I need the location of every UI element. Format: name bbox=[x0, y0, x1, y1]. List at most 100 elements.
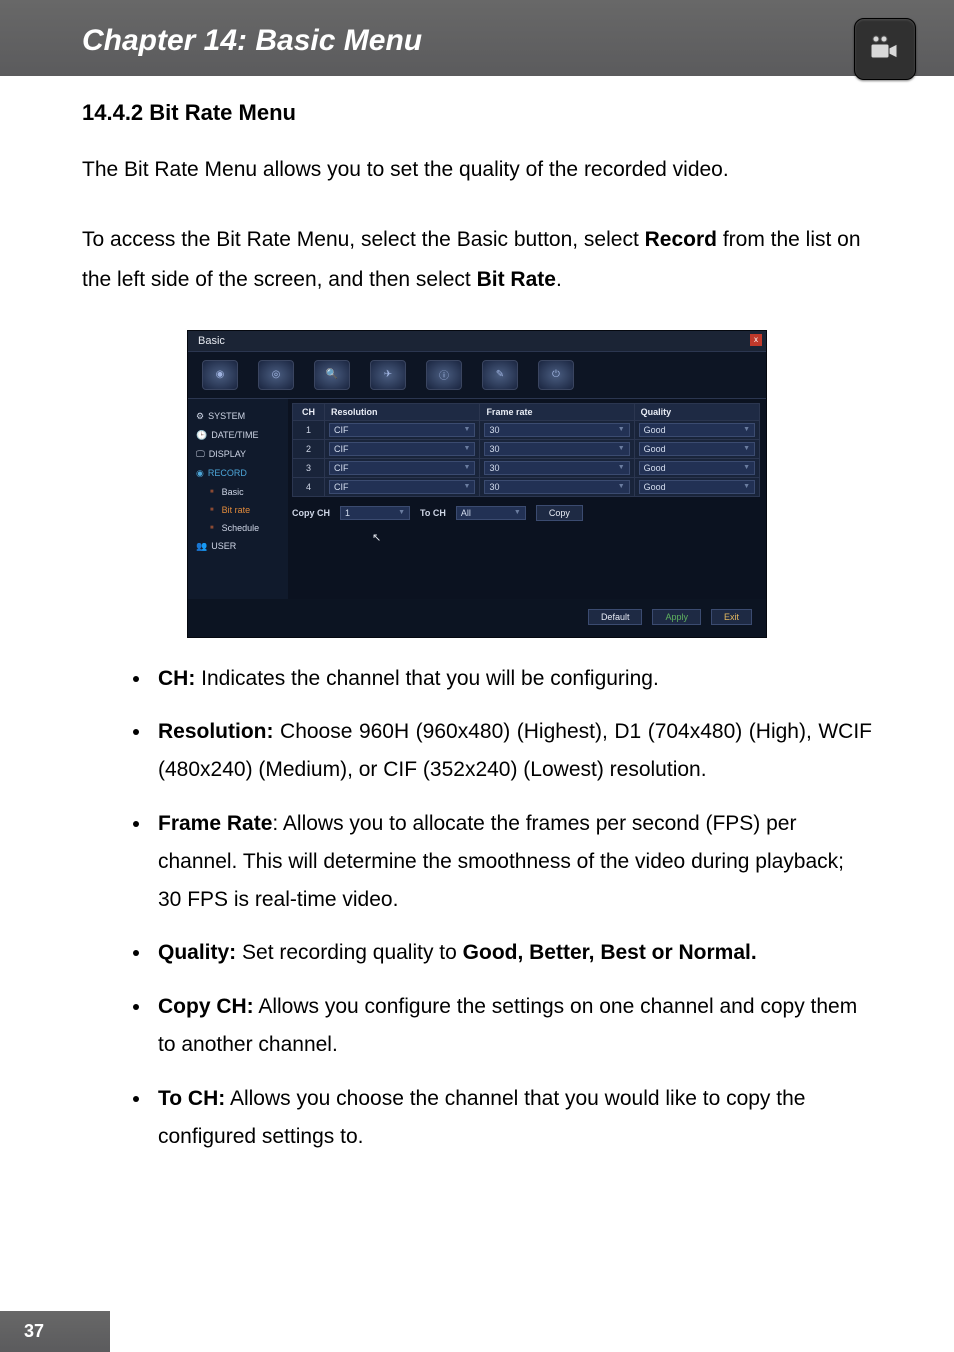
sidebar-sub-schedule[interactable]: Schedule bbox=[202, 519, 288, 537]
dropdown-value: 30 bbox=[489, 463, 499, 473]
resolution-dropdown[interactable]: CIF▼ bbox=[329, 461, 475, 475]
resolution-dropdown[interactable]: CIF▼ bbox=[329, 480, 475, 494]
chevron-down-icon: ▼ bbox=[618, 426, 625, 433]
chevron-down-icon: ▼ bbox=[464, 483, 471, 490]
exit-button[interactable]: Exit bbox=[711, 609, 752, 625]
dropdown-value: CIF bbox=[334, 425, 349, 435]
chevron-down-icon: ▼ bbox=[618, 464, 625, 471]
default-button[interactable]: Default bbox=[588, 609, 643, 625]
quality-dropdown[interactable]: Good ▼ bbox=[639, 480, 755, 494]
sidebar-sub-basic[interactable]: Basic bbox=[202, 483, 288, 501]
chevron-down-icon: ▼ bbox=[464, 426, 471, 433]
sidebar-item-user[interactable]: 👥USER bbox=[188, 537, 288, 556]
sidebar: ⚙ SYSTEM 🕒 DATE/TIME 🖵 DISPLAY ◉ RECORD Basi… bbox=[188, 399, 288, 599]
sidebar-item-system[interactable]: ⚙ SYSTEM bbox=[188, 407, 288, 426]
def-term: Quality: bbox=[158, 941, 236, 964]
table-row: 3 CIF▼ 30▼ Good▼ bbox=[293, 458, 760, 477]
dropdown-value: All bbox=[461, 508, 471, 518]
chevron-down-icon: ▼ bbox=[618, 483, 625, 490]
copy-button[interactable]: Copy bbox=[536, 505, 583, 521]
quality-dropdown[interactable]: Good▼ bbox=[639, 461, 755, 475]
chapter-header: Chapter 14: Basic Menu bbox=[0, 0, 954, 76]
resolution-dropdown[interactable]: CIF ▼ bbox=[329, 442, 475, 456]
pen-icon[interactable]: ✎ bbox=[482, 360, 518, 390]
framerate-dropdown[interactable]: 30 ▼ bbox=[484, 423, 629, 437]
sidebar-item-record[interactable]: ◉ RECORD bbox=[188, 464, 288, 483]
eye-icon[interactable]: ◎ bbox=[258, 360, 294, 390]
close-icon[interactable]: x bbox=[750, 334, 762, 346]
dropdown-value: 30 bbox=[489, 425, 499, 435]
access-paragraph: To access the Bit Rate Menu, select the … bbox=[82, 220, 872, 300]
magnifier-icon[interactable]: 🔍 bbox=[314, 360, 350, 390]
sidebar-item-label: Schedule bbox=[222, 523, 260, 533]
intro-paragraph: The Bit Rate Menu allows you to set the … bbox=[82, 150, 872, 190]
table-row: 4 CIF▼ 30▼ Good▼ bbox=[293, 477, 760, 496]
dropdown-value: Good bbox=[644, 482, 666, 492]
framerate-dropdown[interactable]: 30▼ bbox=[484, 442, 629, 456]
monitor-icon: 🖵 bbox=[196, 449, 205, 460]
window-title: Basic bbox=[198, 335, 225, 347]
cell-ch: 1 bbox=[293, 420, 325, 439]
bitrate-table: CH Resolution Frame rate Quality 1 CIF▼ … bbox=[292, 403, 760, 497]
sidebar-item-display[interactable]: 🖵 DISPLAY bbox=[188, 445, 288, 464]
sidebar-item-datetime[interactable]: 🕒 DATE/TIME bbox=[188, 426, 288, 445]
plane-icon[interactable]: ✈ bbox=[370, 360, 406, 390]
dropdown-value: 30 bbox=[489, 444, 499, 454]
term-bitrate: Bit Rate bbox=[477, 268, 556, 291]
page-number: 37 bbox=[0, 1311, 110, 1352]
text: . bbox=[556, 268, 562, 291]
sidebar-item-label: DISPLAY bbox=[209, 449, 246, 459]
chevron-down-icon: ▼ bbox=[464, 445, 471, 452]
framerate-dropdown[interactable]: 30▼ bbox=[484, 480, 629, 494]
sidebar-item-label: RECORD bbox=[208, 468, 247, 478]
clock-icon: 🕒 bbox=[196, 430, 207, 441]
def-term: Resolution: bbox=[158, 720, 274, 743]
target-icon: ◉ bbox=[196, 468, 204, 479]
top-toolbar: ◉ ◎ 🔍 ✈ ⓘ ✎ ⏻ bbox=[188, 352, 766, 399]
definitions-list: CH: Indicates the channel that you will … bbox=[82, 660, 872, 1156]
term-record: Record bbox=[645, 228, 717, 251]
table-row: 2 CIF▼ 30▼ Good▼ bbox=[293, 439, 760, 458]
framerate-dropdown[interactable]: 30 ▼ bbox=[484, 461, 629, 475]
col-quality: Quality bbox=[634, 403, 759, 420]
def-term: CH: bbox=[158, 667, 195, 690]
to-ch-dropdown[interactable]: All ▼ bbox=[456, 506, 526, 520]
def-term: Copy CH: bbox=[158, 995, 254, 1018]
quality-dropdown[interactable]: Good ▼ bbox=[639, 442, 755, 456]
resolution-dropdown[interactable]: CIF ▼ bbox=[329, 423, 475, 437]
def-text: Set recording quality to bbox=[236, 941, 462, 964]
def-bold: Good, Better, Best or Normal. bbox=[463, 941, 757, 964]
gear-icon: ⚙ bbox=[196, 411, 204, 422]
dropdown-value: Good bbox=[644, 444, 666, 454]
chevron-down-icon: ▼ bbox=[514, 509, 521, 516]
sidebar-sub-bitrate[interactable]: Bit rate bbox=[202, 501, 288, 519]
list-item: To CH: Allows you choose the channel tha… bbox=[152, 1080, 872, 1156]
quality-dropdown[interactable]: Good▼ bbox=[639, 423, 755, 437]
col-framerate: Frame rate bbox=[480, 403, 634, 420]
sidebar-item-label: DATE/TIME bbox=[211, 430, 258, 440]
list-item: Quality: Set recording quality to Good, … bbox=[152, 934, 872, 972]
chevron-down-icon: ▼ bbox=[398, 509, 405, 516]
apply-button[interactable]: Apply bbox=[652, 609, 701, 625]
chevron-down-icon: ▼ bbox=[464, 464, 471, 471]
chevron-down-icon: ▼ bbox=[743, 464, 750, 471]
dropdown-value: CIF bbox=[334, 444, 349, 454]
chevron-down-icon: ▼ bbox=[743, 426, 750, 433]
sidebar-item-label: SYSTEM bbox=[208, 411, 245, 421]
def-text: Allows you choose the channel that you w… bbox=[158, 1087, 805, 1148]
def-text: Allows you configure the settings on one… bbox=[158, 995, 857, 1056]
table-row: 1 CIF ▼ 30 ▼ Good▼ bbox=[293, 420, 760, 439]
window-titlebar: Basic x bbox=[188, 331, 766, 352]
bit-rate-menu-screenshot: Basic x ◉ ◎ 🔍 ✈ ⓘ ✎ ⏻ ⚙ SYSTEM 🕒 DATE/TIME bbox=[187, 330, 767, 638]
power-icon[interactable]: ⏻ bbox=[538, 360, 574, 390]
dashboard-icon[interactable]: ◉ bbox=[202, 360, 238, 390]
col-ch: CH bbox=[293, 403, 325, 420]
copy-ch-dropdown[interactable]: 1▼ bbox=[340, 506, 410, 520]
to-ch-label: To CH bbox=[420, 508, 446, 518]
info-icon[interactable]: ⓘ bbox=[426, 360, 462, 390]
chevron-down-icon: ▼ bbox=[743, 483, 750, 490]
chevron-down-icon: ▼ bbox=[743, 445, 750, 452]
sidebar-item-label: Bit rate bbox=[222, 505, 251, 515]
sidebar-item-label: Basic bbox=[222, 487, 244, 497]
text: To access the Bit Rate Menu, select the … bbox=[82, 228, 645, 251]
